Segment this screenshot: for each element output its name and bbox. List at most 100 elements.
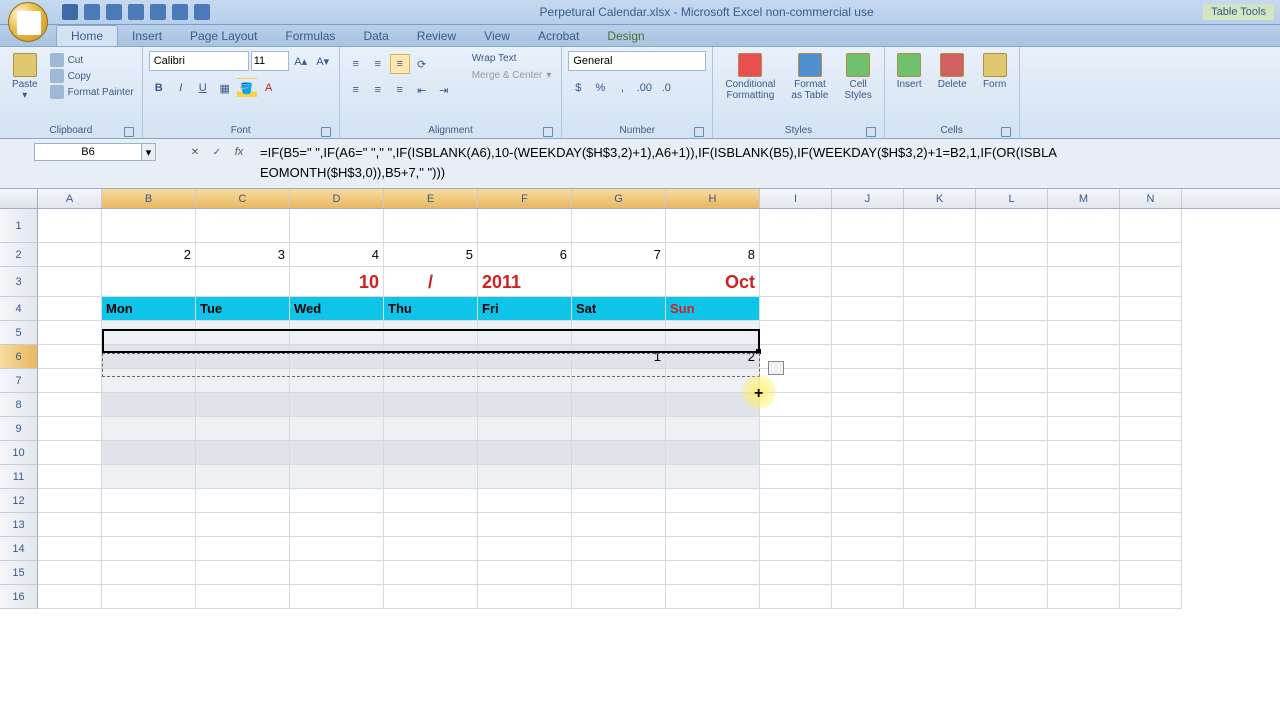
cell[interactable] bbox=[290, 345, 384, 369]
format-cells-button[interactable]: Form bbox=[977, 51, 1013, 123]
increase-indent-button[interactable]: ⇥ bbox=[434, 80, 454, 100]
col-header[interactable]: G bbox=[572, 189, 666, 208]
number-format-select[interactable] bbox=[568, 51, 706, 71]
insert-cells-button[interactable]: Insert bbox=[891, 51, 928, 123]
cell[interactable] bbox=[478, 369, 572, 393]
cell[interactable] bbox=[1120, 441, 1182, 465]
cell[interactable] bbox=[976, 369, 1048, 393]
cell[interactable] bbox=[102, 489, 196, 513]
cell[interactable] bbox=[832, 267, 904, 297]
cell[interactable] bbox=[666, 209, 760, 243]
cell[interactable] bbox=[196, 585, 290, 609]
cell[interactable] bbox=[384, 209, 478, 243]
cell[interactable] bbox=[904, 513, 976, 537]
cell[interactable] bbox=[904, 321, 976, 345]
cell[interactable]: Wed bbox=[290, 297, 384, 321]
cell[interactable] bbox=[38, 297, 102, 321]
cell[interactable] bbox=[832, 297, 904, 321]
cell[interactable] bbox=[384, 513, 478, 537]
cell[interactable] bbox=[976, 297, 1048, 321]
cell[interactable] bbox=[1048, 465, 1120, 489]
cell[interactable]: 2011 bbox=[478, 267, 572, 297]
cell[interactable] bbox=[478, 345, 572, 369]
cut-button[interactable]: Cut bbox=[50, 53, 134, 67]
cell[interactable] bbox=[832, 369, 904, 393]
cell[interactable] bbox=[1120, 489, 1182, 513]
cell[interactable] bbox=[102, 513, 196, 537]
decrease-decimal-button[interactable]: .0 bbox=[656, 78, 676, 98]
cell[interactable] bbox=[976, 585, 1048, 609]
cell[interactable] bbox=[102, 585, 196, 609]
cell[interactable]: / bbox=[384, 267, 478, 297]
cell[interactable] bbox=[102, 209, 196, 243]
cell[interactable] bbox=[976, 537, 1048, 561]
cell[interactable] bbox=[478, 585, 572, 609]
cell[interactable] bbox=[38, 393, 102, 417]
row-header[interactable]: 4 bbox=[0, 297, 38, 321]
cell[interactable] bbox=[760, 417, 832, 441]
cell[interactable]: 7 bbox=[572, 243, 666, 267]
cell[interactable] bbox=[666, 441, 760, 465]
col-header[interactable]: B bbox=[102, 189, 196, 208]
cell[interactable] bbox=[572, 209, 666, 243]
grow-font-button[interactable]: A▴ bbox=[291, 51, 311, 71]
cell[interactable] bbox=[102, 393, 196, 417]
increase-decimal-button[interactable]: .00 bbox=[634, 78, 654, 98]
cell[interactable] bbox=[976, 465, 1048, 489]
cell[interactable] bbox=[290, 441, 384, 465]
cell[interactable] bbox=[478, 465, 572, 489]
col-header[interactable]: E bbox=[384, 189, 478, 208]
percent-button[interactable]: % bbox=[590, 78, 610, 98]
cell[interactable] bbox=[1048, 441, 1120, 465]
col-header[interactable]: F bbox=[478, 189, 572, 208]
cell[interactable] bbox=[196, 465, 290, 489]
border-button[interactable]: ▦ bbox=[215, 78, 235, 98]
cell[interactable] bbox=[904, 393, 976, 417]
underline-button[interactable]: U bbox=[193, 78, 213, 98]
cell[interactable] bbox=[290, 321, 384, 345]
cell[interactable] bbox=[1120, 561, 1182, 585]
cell[interactable] bbox=[196, 209, 290, 243]
cell[interactable] bbox=[38, 321, 102, 345]
cell[interactable] bbox=[572, 513, 666, 537]
cell[interactable] bbox=[572, 267, 666, 297]
cell[interactable] bbox=[666, 417, 760, 441]
cell[interactable] bbox=[976, 393, 1048, 417]
cell[interactable] bbox=[760, 585, 832, 609]
cell[interactable] bbox=[1048, 417, 1120, 441]
cell[interactable] bbox=[1120, 369, 1182, 393]
row-header[interactable]: 5 bbox=[0, 321, 38, 345]
cell[interactable] bbox=[976, 209, 1048, 243]
cell[interactable] bbox=[478, 393, 572, 417]
cell[interactable] bbox=[832, 465, 904, 489]
cell[interactable] bbox=[1048, 393, 1120, 417]
cell[interactable] bbox=[1048, 209, 1120, 243]
cell[interactable]: 2 bbox=[102, 243, 196, 267]
cell[interactable] bbox=[832, 345, 904, 369]
cell[interactable] bbox=[384, 489, 478, 513]
cell[interactable] bbox=[904, 417, 976, 441]
cell[interactable] bbox=[904, 267, 976, 297]
cell[interactable] bbox=[196, 537, 290, 561]
col-header[interactable]: M bbox=[1048, 189, 1120, 208]
align-center-button[interactable]: ≡ bbox=[368, 80, 388, 100]
cell[interactable] bbox=[976, 321, 1048, 345]
cell[interactable] bbox=[38, 345, 102, 369]
cell[interactable]: Thu bbox=[384, 297, 478, 321]
cell[interactable] bbox=[196, 267, 290, 297]
paste-button[interactable]: Paste ▾ bbox=[6, 51, 44, 123]
merge-center-button[interactable]: Merge & Center▾ bbox=[464, 68, 556, 83]
cell[interactable]: 2 bbox=[666, 345, 760, 369]
decrease-indent-button[interactable]: ⇤ bbox=[412, 80, 432, 100]
cell[interactable] bbox=[384, 345, 478, 369]
cell[interactable] bbox=[904, 441, 976, 465]
cell[interactable] bbox=[1048, 345, 1120, 369]
cell[interactable] bbox=[904, 345, 976, 369]
cell[interactable] bbox=[1048, 243, 1120, 267]
tab-data[interactable]: Data bbox=[349, 26, 402, 46]
cell[interactable] bbox=[38, 465, 102, 489]
cell[interactable] bbox=[760, 243, 832, 267]
align-top-button[interactable]: ≡ bbox=[346, 54, 366, 74]
cell[interactable] bbox=[196, 369, 290, 393]
cell[interactable] bbox=[832, 489, 904, 513]
